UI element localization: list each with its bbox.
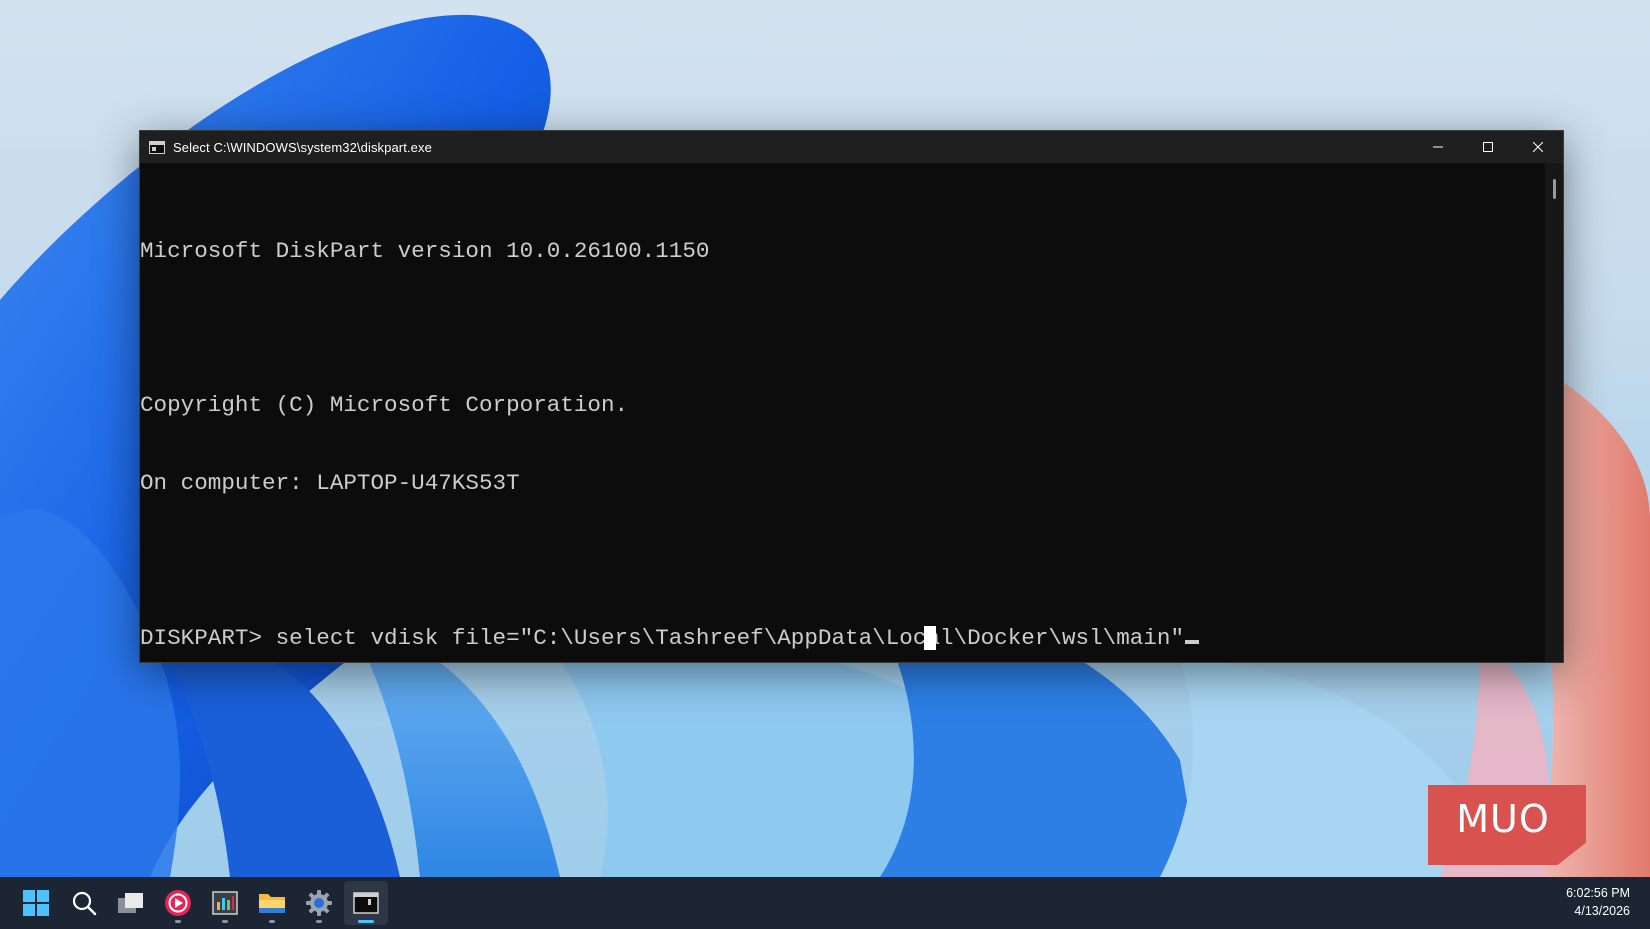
minimize-icon (1433, 146, 1443, 148)
clock-time: 6:02:56 PM (1566, 886, 1630, 900)
running-indicator (222, 920, 228, 923)
search-button[interactable] (62, 881, 106, 925)
console-output[interactable]: Microsoft DiskPart version 10.0.26100.11… (140, 163, 1545, 662)
window-title: Select C:\WINDOWS\system32\diskpart.exe (173, 139, 432, 155)
file-explorer-button[interactable] (250, 881, 294, 925)
media-player-button[interactable] (156, 881, 200, 925)
start-button[interactable] (14, 881, 58, 925)
running-indicator (175, 920, 181, 923)
clock-date: 4/13/2026 (1574, 904, 1630, 918)
settings-icon (306, 890, 332, 916)
console-line: Copyright (C) Microsoft Corporation. (140, 392, 629, 419)
muo-watermark-logo: MUO (1428, 785, 1586, 865)
scrollbar-thumb[interactable] (1553, 179, 1556, 199)
title-bar[interactable]: Select C:\WINDOWS\system32\diskpart.exe (140, 131, 1563, 163)
console-line: On computer: LAPTOP-U47KS53T (140, 469, 520, 496)
close-icon (1533, 142, 1543, 152)
maximize-button[interactable] (1463, 131, 1513, 163)
file-explorer-icon (259, 894, 285, 913)
taskbar: 6:02:56 PM 4/13/2026 (0, 877, 1650, 929)
vertical-scrollbar[interactable] (1545, 163, 1563, 662)
minimize-button[interactable] (1413, 131, 1463, 163)
window-controls (1413, 131, 1563, 163)
diskpart-window: Select C:\WINDOWS\system32\diskpart.exe … (139, 130, 1564, 663)
system-clock[interactable]: 6:02:56 PM 4/13/2026 (1566, 884, 1630, 920)
media-player-icon (165, 890, 191, 916)
search-icon (72, 891, 97, 916)
terminal-icon (353, 892, 379, 914)
console-app-icon (149, 140, 165, 154)
running-indicator (269, 920, 275, 923)
settings-button[interactable] (297, 881, 341, 925)
task-view-button[interactable] (109, 881, 153, 925)
console-line: Microsoft DiskPart version 10.0.26100.11… (140, 237, 710, 264)
mouse-cursor (924, 626, 936, 650)
command-text: DISKPART> select vdisk file="C:\Users\Ta… (140, 624, 1185, 651)
watermark-text: MUO (1456, 797, 1550, 841)
maximize-icon (1483, 142, 1493, 152)
terminal-button[interactable] (344, 881, 388, 925)
command-line[interactable]: DISKPART> select vdisk file="C:\Users\Ta… (140, 624, 1545, 652)
text-cursor (1185, 639, 1200, 644)
close-button[interactable] (1513, 131, 1563, 163)
active-indicator (358, 920, 374, 923)
start-icon (23, 890, 49, 916)
app-button[interactable] (203, 881, 247, 925)
running-indicator (316, 920, 322, 923)
app-icon (212, 891, 238, 915)
task-view-icon (118, 893, 143, 913)
